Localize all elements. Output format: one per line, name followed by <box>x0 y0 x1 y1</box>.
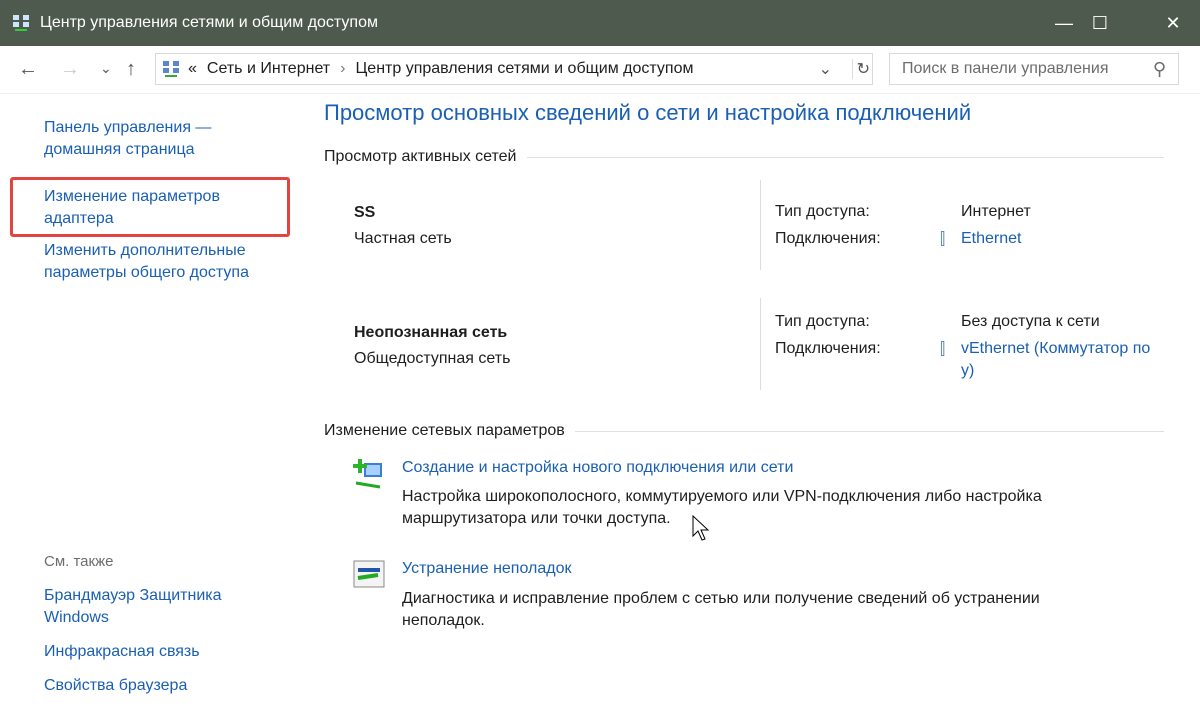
chevron-right-icon[interactable]: › <box>340 60 345 78</box>
recent-locations-button[interactable]: ⌄ <box>100 60 112 77</box>
access-type-label: Тип доступа: <box>775 313 870 330</box>
breadcrumb-network-internet[interactable]: Сеть и Интернет <box>207 60 330 78</box>
forward-button[interactable]: → <box>60 58 80 81</box>
ethernet-icon: ⫿ <box>940 231 946 248</box>
network-name: Неопознанная сеть <box>354 324 508 341</box>
close-button[interactable]: ✕ <box>1146 0 1200 46</box>
sidebar-browser-properties-link[interactable]: Свойства браузера <box>44 675 187 697</box>
troubleshoot-link[interactable]: Устранение неполадок <box>402 558 571 580</box>
network-center-icon <box>13 15 29 31</box>
ethernet-icon: ⫿ <box>940 341 946 358</box>
search-icon[interactable]: ⚲ <box>1153 59 1166 80</box>
divider <box>760 180 761 270</box>
page-title: Просмотр основных сведений о сети и наст… <box>324 100 972 125</box>
access-type-value: Без доступа к сети <box>961 313 1100 330</box>
network-type: Общедоступная сеть <box>354 350 511 367</box>
sidebar-sharing-settings-link[interactable]: Изменить дополнительные параметры общего… <box>44 240 284 284</box>
connections-label: Подключения: <box>775 340 881 357</box>
troubleshoot-icon <box>353 560 385 588</box>
active-networks-header: Просмотр активных сетей <box>324 148 1164 166</box>
search-input[interactable]: Поиск в панели управления ⚲ <box>889 53 1179 85</box>
mouse-cursor-icon <box>692 515 710 541</box>
sidebar-adapter-settings-link[interactable]: Изменение параметров адаптера <box>44 186 254 230</box>
maximize-button[interactable]: ☐ <box>1073 0 1127 46</box>
title-bar: Центр управления сетями и общим доступом <box>0 0 1200 46</box>
refresh-button[interactable]: ↻ <box>851 59 870 79</box>
navigation-bar: ← → ⌄ ↑ « Сеть и Интернет › Центр управл… <box>0 46 1200 94</box>
new-connection-icon <box>353 459 382 489</box>
divider <box>760 298 761 390</box>
back-button[interactable]: ← <box>18 58 38 81</box>
network-name: SS <box>354 204 376 221</box>
address-bar[interactable]: « Сеть и Интернет › Центр управления сет… <box>155 53 873 85</box>
new-connection-description: Настройка широкополосного, коммутируемог… <box>402 488 1042 527</box>
sidebar-infrared-link[interactable]: Инфракрасная связь <box>44 641 200 663</box>
see-also-label: См. также <box>44 553 114 570</box>
access-type-value: Интернет <box>961 203 1031 220</box>
network-type: Частная сеть <box>354 230 452 247</box>
sidebar-firewall-link[interactable]: Брандмауэр Защитника Windows <box>44 585 264 629</box>
search-placeholder: Поиск в панели управления <box>902 60 1109 77</box>
troubleshoot-description: Диагностика и исправление проблем с сеть… <box>402 590 1040 629</box>
change-settings-header: Изменение сетевых параметров <box>324 422 1164 440</box>
breadcrumb-current[interactable]: Центр управления сетями и общим доступом <box>355 60 693 78</box>
breadcrumb-overflow[interactable]: « <box>188 60 197 78</box>
address-dropdown-button[interactable]: ⌄ <box>819 59 832 79</box>
access-type-label: Тип доступа: <box>775 203 870 220</box>
up-button[interactable]: ↑ <box>126 58 136 81</box>
sidebar-home-link[interactable]: Панель управления — домашняя страница <box>44 117 264 161</box>
new-connection-link[interactable]: Создание и настройка нового подключения … <box>402 457 793 479</box>
connections-label: Подключения: <box>775 230 881 247</box>
connection-link[interactable]: vEthernet (Коммутатор по у) <box>961 338 1161 382</box>
connection-link[interactable]: Ethernet <box>961 228 1021 250</box>
network-center-icon <box>163 61 179 77</box>
window-title: Центр управления сетями и общим доступом <box>40 14 378 31</box>
